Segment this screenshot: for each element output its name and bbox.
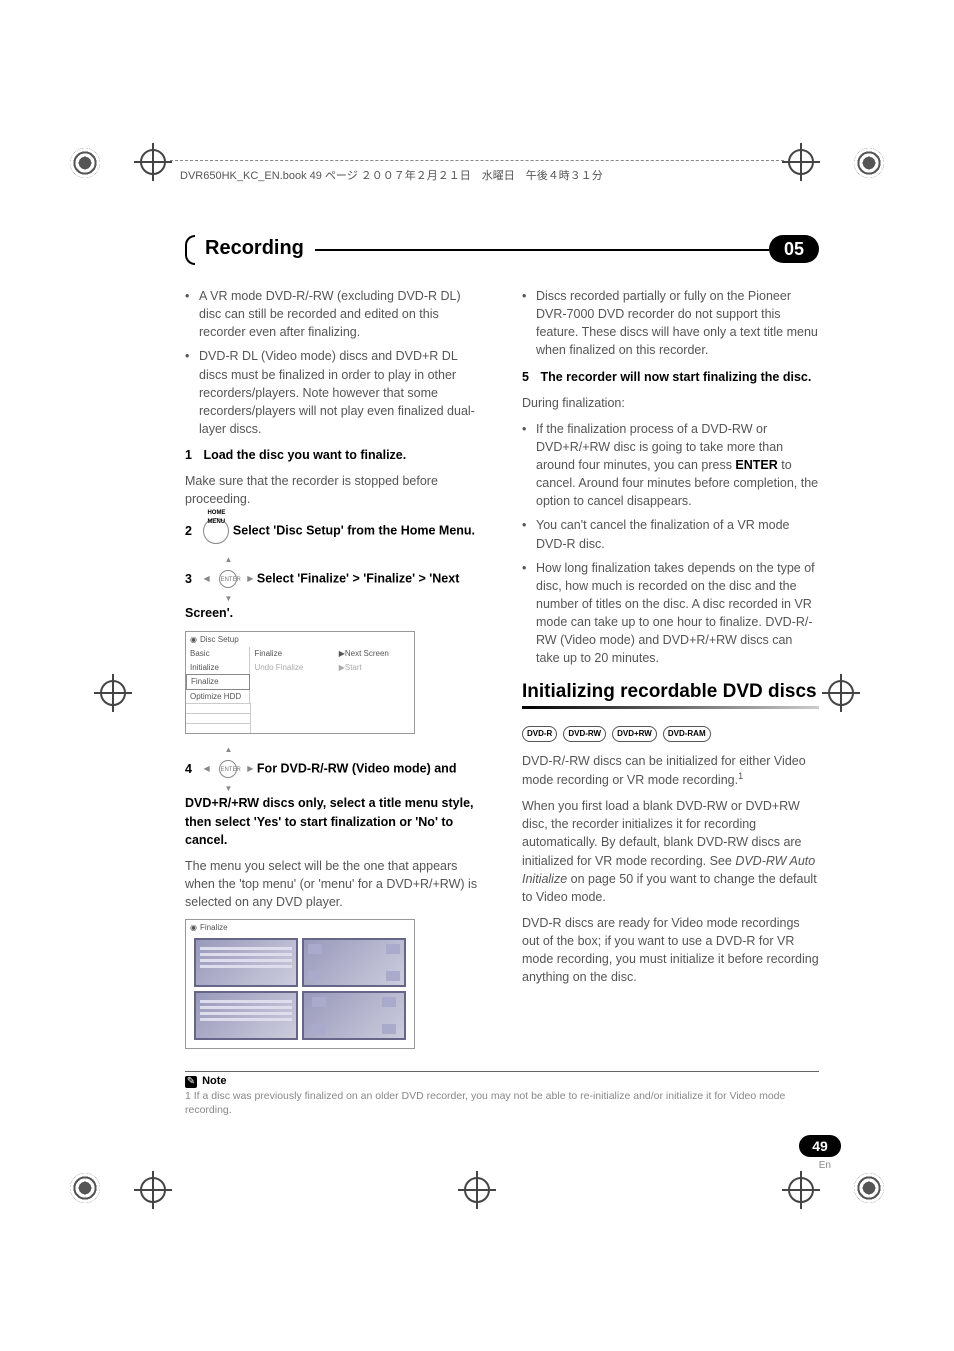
step-number: 4 bbox=[185, 762, 192, 776]
step-number: 1 bbox=[185, 448, 192, 462]
registration-mark bbox=[788, 149, 814, 175]
bullet-item: DVD-R DL (Video mode) discs and DVD+R DL… bbox=[185, 347, 482, 438]
dpad-enter-icon: ENTER ▲▼◀▶ bbox=[203, 744, 253, 794]
header-divider bbox=[170, 160, 784, 161]
disc-badge: DVD-RW bbox=[563, 726, 606, 742]
print-mark-top-right bbox=[854, 148, 884, 178]
home-menu-button-icon: HOME MENU bbox=[203, 518, 229, 544]
body-text: DVD-R/-RW discs can be initialized for e… bbox=[522, 752, 819, 789]
finalize-menu-screenshot: ◉Finalize bbox=[185, 919, 415, 1049]
note-icon: ✎ bbox=[185, 1076, 197, 1088]
page-language: En bbox=[819, 1160, 831, 1171]
registration-mark bbox=[140, 149, 166, 175]
body-text: During finalization: bbox=[522, 394, 819, 412]
registration-mark bbox=[100, 680, 126, 706]
registration-mark bbox=[140, 1177, 166, 1203]
registration-mark bbox=[464, 1177, 490, 1203]
chapter-header: Recording 05 bbox=[185, 235, 819, 265]
header-filename: DVR650HK_KC_EN.book 49 ページ ２００７年２月２１日 水曜… bbox=[180, 167, 603, 183]
disc-badge: DVD+RW bbox=[612, 726, 657, 742]
bullet-item: If the finalization process of a DVD-RW … bbox=[522, 420, 819, 511]
body-text: When you first load a blank DVD-RW or DV… bbox=[522, 797, 819, 906]
print-mark-top-left bbox=[70, 148, 100, 178]
left-column: A VR mode DVD-R/-RW (excluding DVD-R DL)… bbox=[185, 287, 482, 1055]
body-text: DVD-R discs are ready for Video mode rec… bbox=[522, 914, 819, 987]
right-column: Discs recorded partially or fully on the… bbox=[522, 287, 819, 1055]
note-label: Note bbox=[202, 1075, 226, 1087]
bullet-list: If the finalization process of a DVD-RW … bbox=[522, 420, 819, 668]
footnote-section: ✎ Note 1 If a disc was previously finali… bbox=[185, 1071, 819, 1117]
disc-icon: ◉ bbox=[190, 634, 197, 646]
disc-setup-screenshot: ◉Disc Setup BasicFinalize▶Next Screen In… bbox=[185, 631, 415, 735]
step-heading: The recorder will now start finalizing t… bbox=[540, 370, 811, 384]
body-text: Make sure that the recorder is stopped b… bbox=[185, 472, 482, 508]
registration-mark bbox=[828, 680, 854, 706]
section-underline bbox=[522, 706, 819, 712]
page-number: 49 bbox=[799, 1135, 841, 1157]
registration-mark bbox=[788, 1177, 814, 1203]
body-text: The menu you select will be the one that… bbox=[185, 857, 482, 911]
print-mark-bottom-left bbox=[70, 1173, 100, 1203]
print-mark-bottom-right bbox=[854, 1173, 884, 1203]
chapter-number: 05 bbox=[769, 235, 819, 263]
disc-icon: ◉ bbox=[190, 922, 197, 934]
step-heading: Select 'Disc Setup' from the Home Menu. bbox=[233, 524, 475, 538]
bullet-item: How long finalization takes depends on t… bbox=[522, 559, 819, 668]
step-number: 5 bbox=[522, 370, 529, 384]
disc-badge: DVD-R bbox=[522, 726, 557, 742]
bullet-list: A VR mode DVD-R/-RW (excluding DVD-R DL)… bbox=[185, 287, 482, 438]
bullet-item: Discs recorded partially or fully on the… bbox=[522, 287, 819, 360]
disc-type-badges: DVD-R DVD-RW DVD+RW DVD-RAM bbox=[522, 726, 819, 742]
chapter-title: Recording bbox=[205, 237, 304, 260]
footnote-ref: 1 bbox=[738, 771, 743, 781]
note-rule bbox=[185, 1071, 819, 1072]
step-heading: Load the disc you want to finalize. bbox=[203, 448, 406, 462]
note-text: 1 If a disc was previously finalized on … bbox=[185, 1090, 819, 1117]
disc-badge: DVD-RAM bbox=[663, 726, 711, 742]
step-number: 2 bbox=[185, 524, 192, 538]
section-heading: Initializing recordable DVD discs bbox=[522, 681, 819, 704]
step-number: 3 bbox=[185, 572, 192, 586]
bullet-list: Discs recorded partially or fully on the… bbox=[522, 287, 819, 360]
bullet-item: A VR mode DVD-R/-RW (excluding DVD-R DL)… bbox=[185, 287, 482, 341]
bullet-item: You can't cancel the finalization of a V… bbox=[522, 516, 819, 552]
dpad-enter-icon: ENTER ▲▼◀▶ bbox=[203, 554, 253, 604]
